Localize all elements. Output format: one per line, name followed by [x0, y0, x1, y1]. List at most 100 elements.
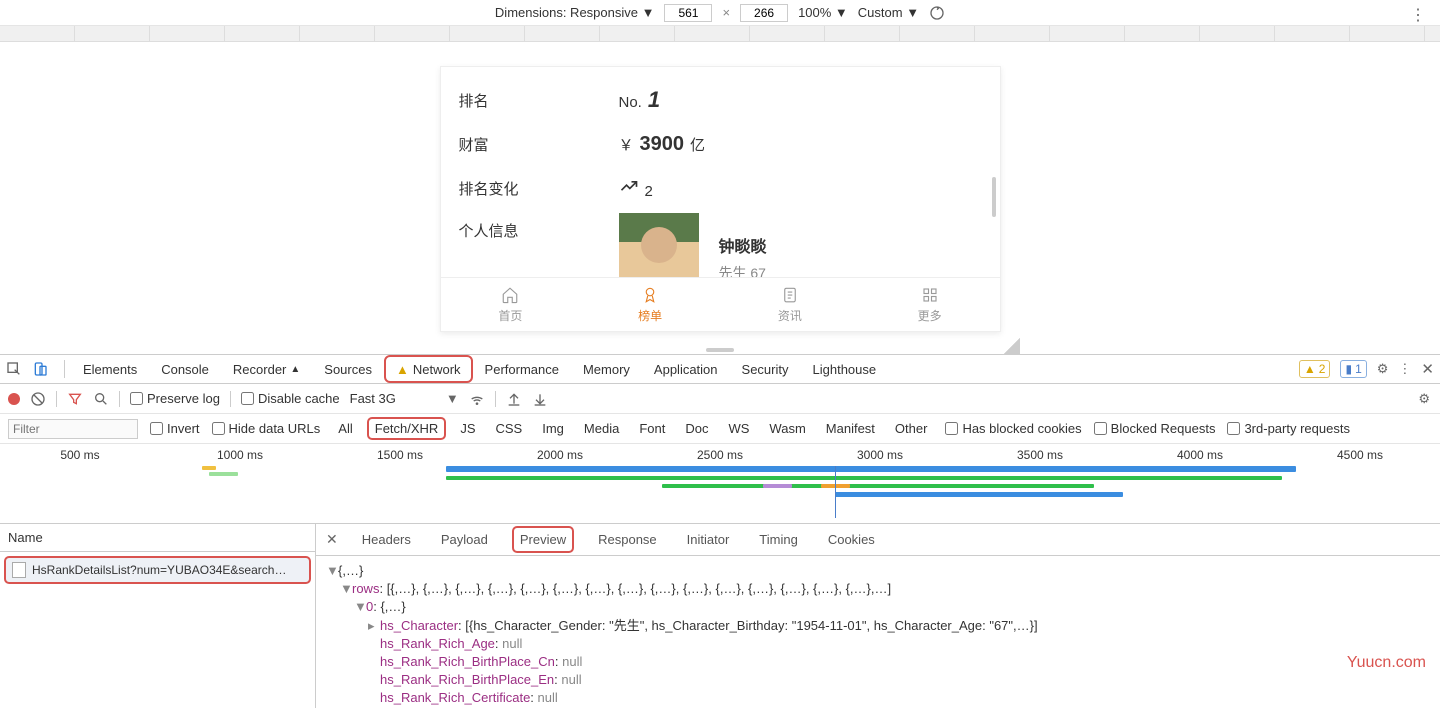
nav-label: 首页 — [498, 307, 522, 324]
more-options-icon[interactable]: ⋮ — [1410, 5, 1426, 25]
zoom-select[interactable]: 100% ▼ — [798, 5, 848, 20]
type-filter-font[interactable]: Font — [633, 419, 671, 438]
dimensions-select[interactable]: Dimensions: Responsive ▼ — [495, 5, 655, 20]
issues-badge[interactable]: ▮1 — [1340, 360, 1366, 378]
invert-checkbox[interactable]: Invert — [150, 421, 200, 436]
home-icon — [501, 286, 519, 304]
detail-tab-initiator[interactable]: Initiator — [681, 528, 736, 551]
tab-performance[interactable]: Performance — [473, 355, 571, 383]
throttling-select[interactable]: Fast 3G — [350, 391, 396, 406]
blocked-requests-checkbox[interactable]: Blocked Requests — [1094, 421, 1216, 436]
hide-data-urls-checkbox[interactable]: Hide data URLs — [212, 421, 321, 436]
tab-elements[interactable]: Elements — [71, 355, 149, 383]
rank-label: 排名 — [459, 90, 619, 111]
throttle-select[interactable]: Custom ▼ — [858, 5, 919, 20]
nav-rank[interactable]: 榜单 — [580, 278, 720, 331]
preview-json[interactable]: ▼{,…} ▼rows: [{,…}, {,…}, {,…}, {,…}, {,… — [316, 556, 1440, 708]
tab-memory[interactable]: Memory — [571, 355, 642, 383]
type-filter-manifest[interactable]: Manifest — [820, 419, 881, 438]
nav-more[interactable]: 更多 — [860, 278, 1000, 331]
type-filter-wasm[interactable]: Wasm — [763, 419, 811, 438]
timeline-tick: 1500 ms — [320, 448, 480, 462]
dimension-separator: × — [722, 5, 730, 20]
throttling-dropdown-icon[interactable]: ▼ — [446, 391, 459, 406]
type-filter-ws[interactable]: WS — [722, 419, 755, 438]
tab-recorder[interactable]: Recorder ▲ — [221, 355, 312, 383]
type-filter-css[interactable]: CSS — [490, 419, 529, 438]
request-row[interactable]: HsRankDetailsList?num=YUBAO34E&search… — [4, 556, 311, 584]
viewport-width-input[interactable] — [664, 4, 712, 22]
tab-sources[interactable]: Sources — [312, 355, 384, 383]
device-toolbar: Dimensions: Responsive ▼ × 100% ▼ Custom… — [0, 0, 1440, 26]
wealth-label: 财富 — [459, 134, 619, 155]
timeline-tick: 500 ms — [0, 448, 160, 462]
clear-icon[interactable] — [30, 391, 46, 407]
timeline-tick: 3000 ms — [800, 448, 960, 462]
viewport-height-input[interactable] — [740, 4, 788, 22]
request-name: HsRankDetailsList?num=YUBAO34E&search… — [32, 563, 286, 577]
network-detail-area: Name HsRankDetailsList?num=YUBAO34E&sear… — [0, 524, 1440, 708]
detail-tab-bar: ✕ Headers Payload Preview Response Initiator… — [316, 524, 1440, 556]
network-toolbar: Preserve log Disable cache Fast 3G ▼ ⚙ — [0, 384, 1440, 414]
network-filter-bar: Invert Hide data URLs All Fetch/XHR JS CSS I… — [0, 414, 1440, 444]
filter-input[interactable] — [8, 419, 138, 439]
detail-tab-response[interactable]: Response — [592, 528, 663, 551]
close-detail-icon[interactable]: ✕ — [326, 531, 338, 548]
rank-value: 1 — [648, 87, 660, 113]
import-har-icon[interactable] — [506, 391, 522, 407]
bottom-nav: 首页 榜单资讯 更多 — [441, 277, 1000, 331]
warning-icon: ▲ — [396, 362, 409, 377]
network-conditions-icon[interactable] — [469, 391, 485, 407]
settings-icon[interactable]: ⚙ — [1377, 361, 1389, 377]
network-settings-icon[interactable]: ⚙ — [1418, 391, 1430, 407]
scroll-indicator[interactable] — [992, 177, 996, 217]
nav-home[interactable]: 首页 — [441, 278, 581, 331]
request-list: Name HsRankDetailsList?num=YUBAO34E&sear… — [0, 524, 316, 708]
blocked-cookies-checkbox[interactable]: Has blocked cookies — [945, 421, 1081, 436]
type-filter-all[interactable]: All — [332, 419, 358, 438]
timeline-tick: 2000 ms — [480, 448, 640, 462]
ruler — [0, 26, 1440, 42]
export-har-icon[interactable] — [532, 391, 548, 407]
detail-tab-cookies[interactable]: Cookies — [822, 528, 881, 551]
nav-news[interactable]: 资讯 — [720, 278, 860, 331]
tab-console[interactable]: Console — [149, 355, 221, 383]
type-filter-other[interactable]: Other — [889, 419, 934, 438]
type-filter-js[interactable]: JS — [454, 419, 481, 438]
devtools-tab-bar: ElementsConsoleRecorder ▲Sources▲ Networ… — [0, 354, 1440, 384]
type-filter-img[interactable]: Img — [536, 419, 570, 438]
rotate-icon[interactable] — [929, 5, 945, 21]
nav-label: 更多 — [918, 307, 942, 324]
wealth-unit: 亿 — [690, 134, 705, 155]
type-filter-doc[interactable]: Doc — [679, 419, 714, 438]
device-toggle-icon[interactable] — [32, 361, 58, 377]
nav-label: 资讯 — [778, 307, 802, 324]
filter-toggle-icon[interactable] — [67, 391, 83, 407]
preserve-log-checkbox[interactable]: Preserve log — [130, 391, 220, 406]
warnings-badge[interactable]: ▲2 — [1299, 360, 1331, 378]
disable-cache-checkbox[interactable]: Disable cache — [241, 391, 340, 406]
resize-handle[interactable] — [1004, 338, 1020, 354]
detail-tab-preview[interactable]: Preview — [512, 526, 574, 553]
type-filter-fetchxhr[interactable]: Fetch/XHR — [367, 417, 447, 440]
waterfall-overview[interactable]: 500 ms1000 ms1500 ms2000 ms2500 ms3000 m… — [0, 444, 1440, 524]
detail-tab-headers[interactable]: Headers — [356, 528, 417, 551]
more-icon[interactable]: ⋮ — [1398, 361, 1411, 377]
tab-security[interactable]: Security — [730, 355, 801, 383]
search-icon[interactable] — [93, 391, 109, 407]
split-drag-handle[interactable] — [706, 348, 734, 352]
inspect-icon[interactable] — [6, 361, 32, 377]
third-party-checkbox[interactable]: 3rd-party requests — [1227, 421, 1350, 436]
rank-prefix: No. — [619, 94, 642, 111]
record-button[interactable] — [8, 393, 20, 405]
detail-tab-timing[interactable]: Timing — [753, 528, 804, 551]
detail-tab-payload[interactable]: Payload — [435, 528, 494, 551]
tab-application[interactable]: Application — [642, 355, 730, 383]
tab-network[interactable]: ▲ Network — [384, 355, 473, 383]
type-filter-media[interactable]: Media — [578, 419, 625, 438]
close-devtools-icon[interactable]: ✕ — [1421, 360, 1434, 378]
tab-lighthouse[interactable]: Lighthouse — [801, 355, 889, 383]
person-subtitle: 先生 67 — [719, 263, 767, 277]
request-list-header[interactable]: Name — [0, 524, 315, 552]
rank-icon — [641, 286, 659, 304]
